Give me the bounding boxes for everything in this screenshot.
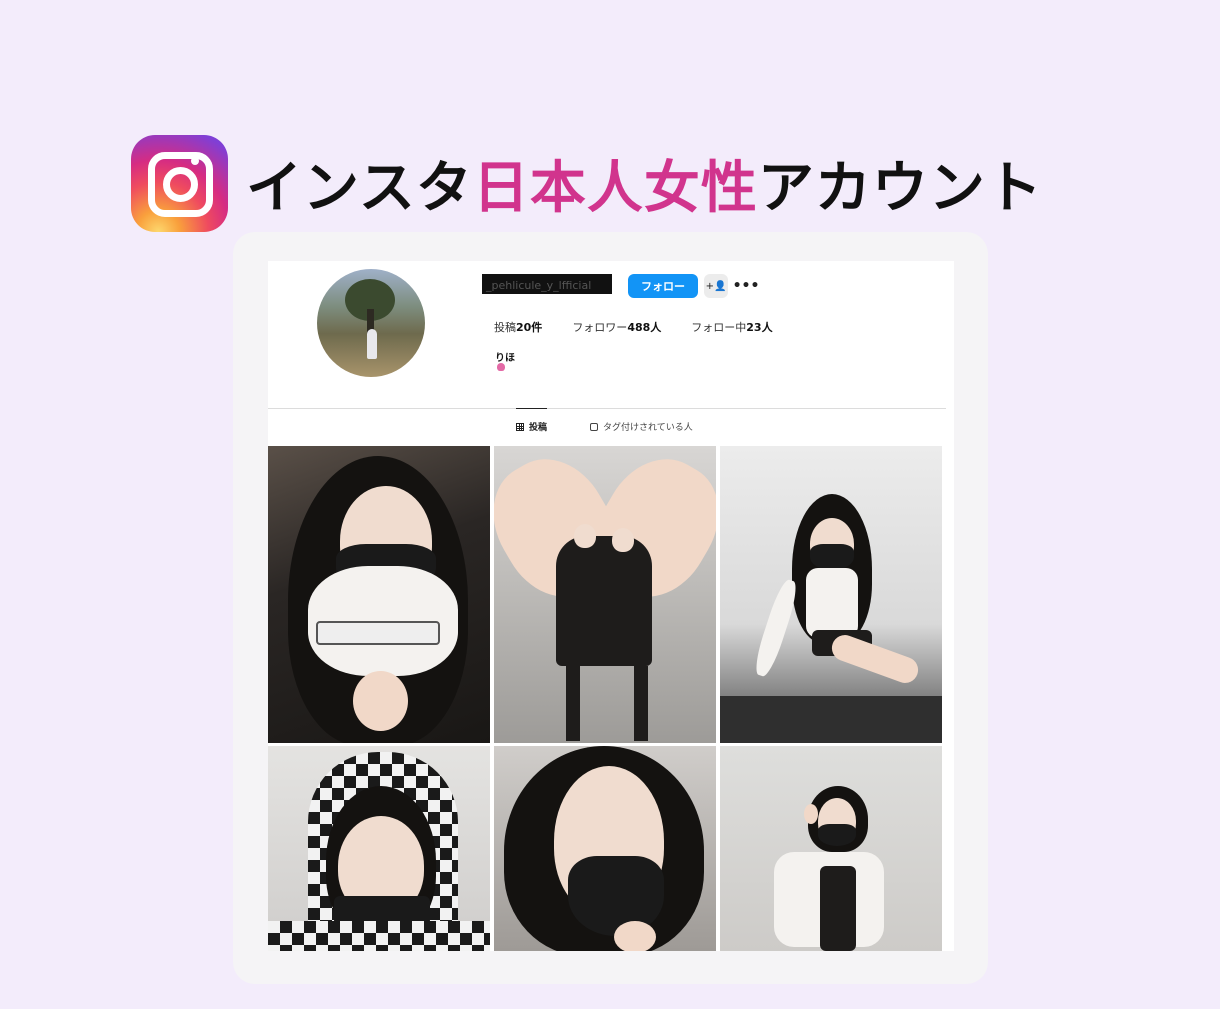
heading-suffix: アカウント [757, 156, 1043, 221]
post-thumbnail[interactable] [720, 446, 942, 743]
post-thumbnail[interactable] [720, 746, 942, 951]
tag-person-icon [590, 422, 598, 431]
avatar[interactable] [317, 269, 425, 377]
profile-stats: 投稿20件 フォロワー488人 フォロー中23人 [494, 319, 803, 335]
tab-posts[interactable]: 投稿 [516, 420, 547, 433]
tulip-icon [497, 363, 505, 371]
tab-tagged[interactable]: タグ付けされている人 [590, 420, 693, 433]
heading-title: インスタ日本人女性アカウント [246, 143, 1043, 224]
username-redacted: _pehlicule_y_lfficial [482, 274, 612, 294]
post-thumbnail[interactable] [268, 446, 490, 743]
post-thumbnail[interactable] [494, 446, 716, 743]
person-add-icon[interactable]: +👤 [704, 274, 728, 298]
heading-highlight: 日本人女性 [472, 156, 758, 221]
grid-icon [516, 422, 524, 431]
username: _pehlicule_y_lfficial [486, 279, 592, 292]
following-count[interactable]: フォロー中23人 [691, 319, 772, 335]
followers-count[interactable]: フォロワー488人 [572, 319, 661, 335]
bio-name: りほ [495, 353, 515, 364]
active-tab-indicator [516, 408, 547, 409]
instagram-icon [131, 135, 228, 232]
more-dots-icon[interactable]: ••• [733, 274, 760, 298]
follow-button[interactable]: フォロー [628, 274, 698, 298]
posts-count: 投稿20件 [494, 321, 543, 334]
tab-posts-label: 投稿 [529, 423, 548, 433]
page-heading: インスタ日本人女性アカウント [131, 135, 1043, 232]
profile-card: _pehlicule_y_lfficial フォロー +👤 ••• 投稿20件 … [233, 232, 988, 984]
tabs-divider [268, 408, 946, 409]
tab-tagged-label: タグ付けされている人 [603, 423, 693, 433]
instagram-profile-screenshot: _pehlicule_y_lfficial フォロー +👤 ••• 投稿20件 … [268, 261, 954, 951]
post-thumbnail[interactable] [268, 746, 490, 951]
heading-prefix: インスタ [246, 156, 473, 221]
post-thumbnail[interactable] [494, 746, 716, 951]
